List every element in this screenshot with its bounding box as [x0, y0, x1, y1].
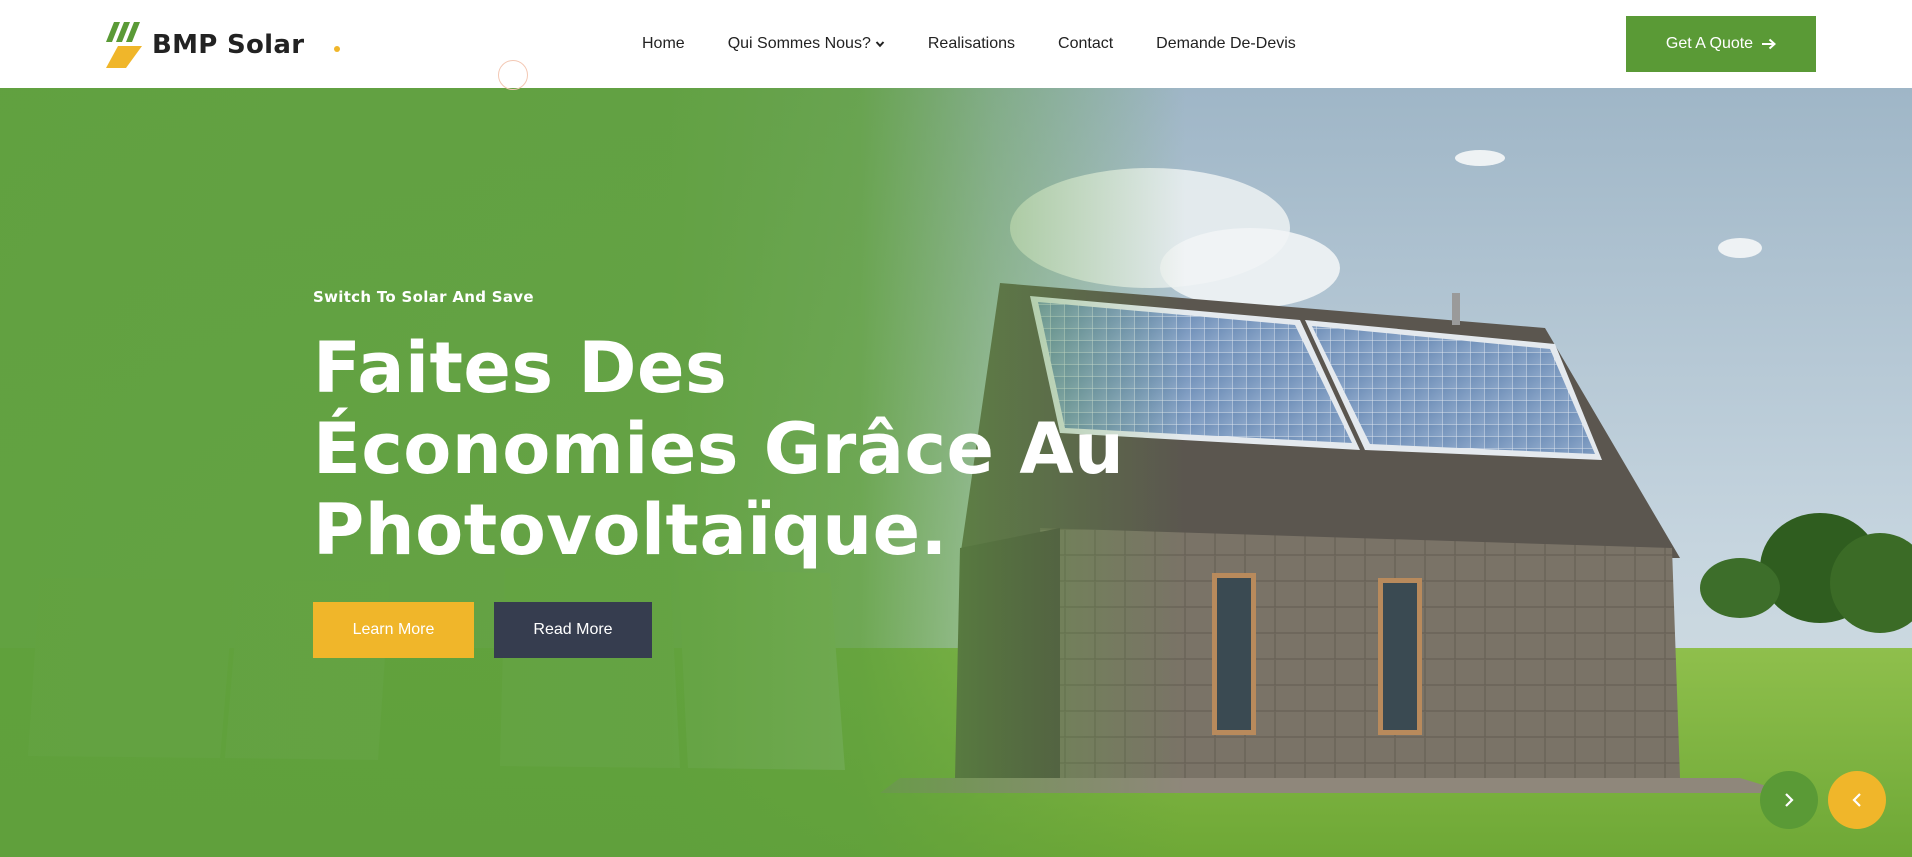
hero-headline-line: Faites Des — [313, 327, 728, 409]
arrow-right-icon — [1762, 38, 1777, 50]
decorative-ring — [498, 60, 528, 90]
slider-next-button[interactable] — [1760, 771, 1818, 829]
get-quote-button[interactable]: Get A Quote — [1626, 16, 1816, 72]
learn-more-button[interactable]: Learn More — [313, 602, 474, 658]
brand-logo[interactable]: BMP Solar — [104, 20, 304, 70]
hero-slider: Switch To Solar And Save Faites Des Écon… — [0, 88, 1912, 857]
main-nav: Home Qui Sommes Nous? Realisations Conta… — [642, 0, 1296, 88]
brand-name: BMP Solar — [152, 30, 305, 60]
nav-item-label: Qui Sommes Nous? — [727, 35, 871, 52]
nav-item-home[interactable]: Home — [642, 35, 685, 53]
site-header: BMP Solar Home Qui Sommes Nous? Realisat… — [0, 0, 1912, 88]
decorative-dot — [334, 46, 340, 52]
read-more-button[interactable]: Read More — [494, 602, 652, 658]
chevron-down-icon — [875, 41, 885, 48]
slider-prev-button[interactable] — [1828, 771, 1886, 829]
nav-item-realisations[interactable]: Realisations — [928, 35, 1015, 53]
nav-item-qui-sommes-nous[interactable]: Qui Sommes Nous? — [728, 35, 885, 53]
hero-headline-line: Économies Grâce Au — [313, 408, 1125, 490]
get-quote-label: Get A Quote — [1665, 35, 1754, 52]
hero-subtitle: Switch To Solar And Save — [313, 288, 534, 306]
hero-headline-line: Photovoltaïque. — [313, 489, 948, 571]
chevron-left-icon — [1852, 793, 1861, 807]
nav-item-demande-de-devis[interactable]: Demande De-Devis — [1156, 35, 1296, 53]
hero-headline: Faites Des Économies Grâce Au Photovolta… — [313, 328, 1213, 571]
chevron-right-icon — [1785, 793, 1794, 807]
solar-bolt-logo-icon — [104, 20, 144, 70]
nav-item-contact[interactable]: Contact — [1058, 35, 1113, 53]
